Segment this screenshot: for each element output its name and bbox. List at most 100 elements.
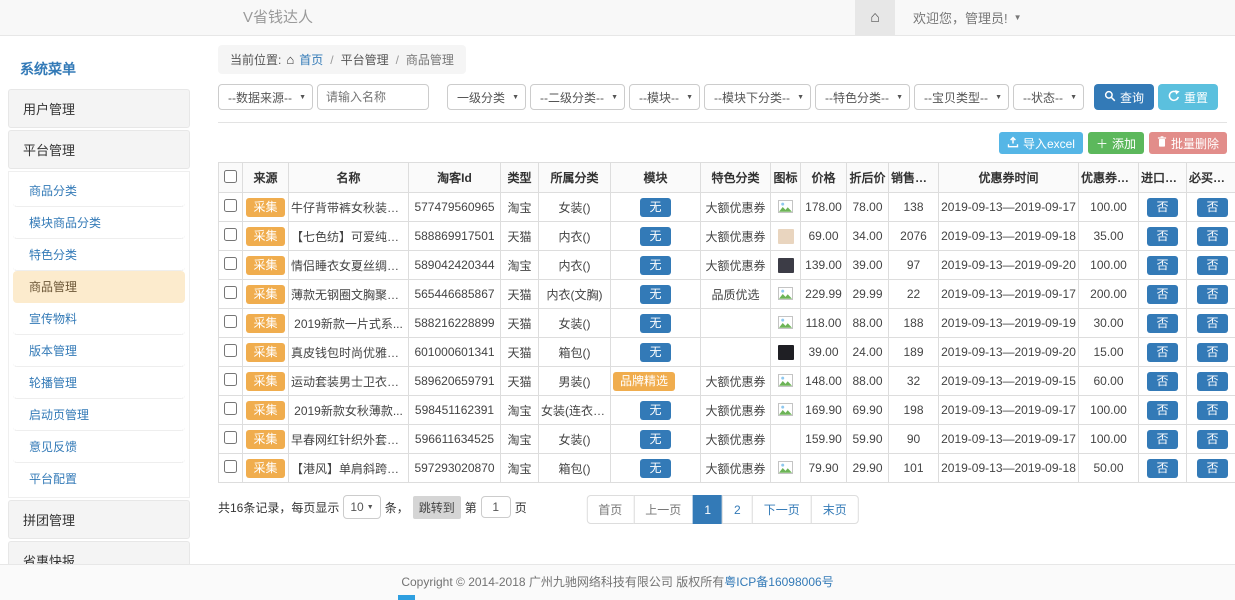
import-excel-button[interactable]: 导入excel [999, 132, 1083, 154]
cell-source: 采集 [243, 251, 289, 280]
imported-badge[interactable]: 否 [1147, 459, 1177, 478]
cell-source: 采集 [243, 454, 289, 483]
imported-badge[interactable]: 否 [1147, 343, 1177, 362]
cell-checkbox [219, 425, 243, 454]
row-checkbox[interactable] [224, 286, 237, 299]
sidebar-item-carousel-mgmt[interactable]: 轮播管理 [13, 367, 185, 399]
row-checkbox[interactable] [224, 257, 237, 270]
cell-feature: 大额优惠券 [701, 193, 771, 222]
cell-must_buy: 否 [1187, 280, 1235, 309]
row-checkbox[interactable] [224, 228, 237, 241]
row-checkbox[interactable] [224, 431, 237, 444]
pager-button[interactable]: 2 [722, 495, 753, 524]
filter-select-item-type[interactable]: --宝贝类型--▼ [914, 84, 1009, 110]
pager-button[interactable]: 1 [692, 495, 723, 524]
sidebar-group-express-news[interactable]: 省惠快报 [8, 541, 190, 564]
product-image-icon [778, 403, 794, 418]
cell-discount_price: 78.00 [847, 193, 889, 222]
cell-discount_price: 29.90 [847, 454, 889, 483]
pager-button[interactable]: 首页 [586, 495, 634, 524]
must-buy-badge[interactable]: 否 [1197, 430, 1227, 449]
row-checkbox[interactable] [224, 199, 237, 212]
pager-button[interactable]: 下一页 [752, 495, 812, 524]
must-buy-badge[interactable]: 否 [1197, 198, 1227, 217]
selected-value: --二级分类-- [540, 89, 604, 106]
cell-price: 118.00 [801, 309, 847, 338]
filter-select-module[interactable]: --模块--▼ [629, 84, 700, 110]
cell-sales: 189 [889, 338, 939, 367]
row-checkbox[interactable] [224, 460, 237, 473]
sidebar-group-platform-mgmt[interactable]: 平台管理 [8, 130, 190, 169]
sidebar-item-module-goods-category[interactable]: 模块商品分类 [13, 207, 185, 239]
home-button[interactable]: ⌂ [855, 0, 895, 35]
filter-select-module-subcategory[interactable]: --模块下分类--▼ [704, 84, 811, 110]
must-buy-badge[interactable]: 否 [1197, 256, 1227, 275]
select-all-checkbox[interactable] [224, 170, 237, 183]
imported-badge[interactable]: 否 [1147, 430, 1177, 449]
add-button[interactable]: ＋ 添加 [1088, 132, 1144, 154]
cell-source: 采集 [243, 425, 289, 454]
must-buy-badge[interactable]: 否 [1197, 343, 1227, 362]
filter-select-status[interactable]: --状态--▼ [1013, 84, 1084, 110]
sidebar-group-user-mgmt[interactable]: 用户管理 [8, 89, 190, 128]
imported-badge[interactable]: 否 [1147, 285, 1177, 304]
cell-source: 采集 [243, 280, 289, 309]
module-badge: 无 [640, 314, 670, 333]
must-buy-badge[interactable]: 否 [1197, 285, 1227, 304]
must-buy-badge[interactable]: 否 [1197, 227, 1227, 246]
imported-badge[interactable]: 否 [1147, 314, 1177, 333]
jump-to-button[interactable]: 跳转到 [413, 496, 461, 519]
cell-checkbox [219, 367, 243, 396]
breadcrumb-home-link[interactable]: 首页 [299, 51, 323, 68]
icp-link[interactable]: 粤ICP备16098006号 [724, 575, 833, 589]
filter-input-name[interactable] [317, 84, 429, 110]
pager-button[interactable]: 上一页 [633, 495, 693, 524]
cell-source: 采集 [243, 396, 289, 425]
page-number-input[interactable] [481, 496, 511, 518]
cell-category: 男装() [539, 367, 611, 396]
cell-sales: 22 [889, 280, 939, 309]
sidebar-item-feedback[interactable]: 意见反馈 [13, 431, 185, 463]
row-checkbox[interactable] [224, 373, 237, 386]
cell-coupon_time: 2019-09-13—2019-09-17 [939, 425, 1079, 454]
refresh-icon [1168, 90, 1180, 105]
caret-down-icon: ▼ [299, 94, 306, 101]
must-buy-badge[interactable]: 否 [1197, 459, 1227, 478]
sidebar-item-platform-config[interactable]: 平台配置 [13, 463, 185, 494]
filter-select-level2-category[interactable]: --二级分类--▼ [530, 84, 625, 110]
cell-coupon_amount: 15.00 [1079, 338, 1139, 367]
sidebar-item-goods-mgmt[interactable]: 商品管理 [13, 271, 185, 303]
imported-badge[interactable]: 否 [1147, 372, 1177, 391]
pager-button[interactable]: 末页 [811, 495, 859, 524]
must-buy-badge[interactable]: 否 [1197, 401, 1227, 420]
filter-select-data-source[interactable]: --数据来源--▼ [218, 84, 313, 110]
batch-delete-button[interactable]: 批量删除 [1149, 132, 1227, 154]
cell-checkbox [219, 222, 243, 251]
imported-badge[interactable]: 否 [1147, 401, 1177, 420]
row-checkbox[interactable] [224, 344, 237, 357]
user-menu[interactable]: 欢迎您，管理员! ▼ [913, 0, 1022, 35]
filter-select-feature-category[interactable]: --特色分类--▼ [815, 84, 910, 110]
imported-badge[interactable]: 否 [1147, 227, 1177, 246]
sidebar-item-splash-mgmt[interactable]: 启动页管理 [13, 399, 185, 431]
search-button[interactable]: 查询 [1094, 84, 1154, 110]
imported-badge[interactable]: 否 [1147, 198, 1177, 217]
must-buy-badge[interactable]: 否 [1197, 372, 1227, 391]
cell-feature: 大额优惠券 [701, 251, 771, 280]
row-checkbox[interactable] [224, 402, 237, 415]
row-checkbox[interactable] [224, 315, 237, 328]
must-buy-badge[interactable]: 否 [1197, 314, 1227, 333]
cell-type: 淘宝 [501, 454, 539, 483]
imported-badge[interactable]: 否 [1147, 256, 1177, 275]
column-header-checkbox [219, 163, 243, 193]
sidebar-item-version-mgmt[interactable]: 版本管理 [13, 335, 185, 367]
cell-checkbox [219, 193, 243, 222]
sidebar-item-goods-category[interactable]: 商品分类 [13, 175, 185, 207]
sidebar-item-feature-category[interactable]: 特色分类 [13, 239, 185, 271]
filter-select-level1-category[interactable]: 一级分类▼ [447, 84, 526, 110]
per-page-select[interactable]: 10 ▼ [343, 495, 380, 519]
reset-button[interactable]: 重置 [1158, 84, 1218, 110]
sidebar-group-groupbuy-mgmt[interactable]: 拼团管理 [8, 500, 190, 539]
cell-category: 女装() [539, 193, 611, 222]
sidebar-item-promo-material[interactable]: 宣传物料 [13, 303, 185, 335]
